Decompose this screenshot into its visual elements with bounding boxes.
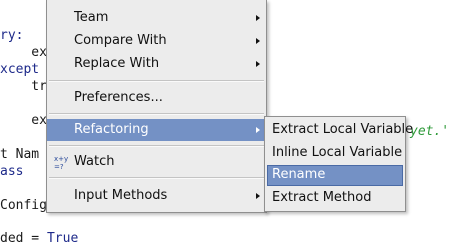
menu-separator [49, 177, 264, 179]
watch-expression-icon: x+y =? [54, 155, 68, 170]
code-text: ded = [0, 231, 47, 246]
code-line: ass [0, 164, 24, 179]
menu-item-refactoring[interactable]: Refactoring [47, 119, 266, 141]
code-line: xcept [0, 62, 40, 77]
svg-text:x+y: x+y [54, 155, 68, 163]
refactoring-submenu: Extract Local Variable Inline Local Vari… [264, 116, 413, 212]
submenu-arrow-icon [256, 193, 260, 199]
svg-text:=?: =? [54, 163, 64, 170]
code-line: ex [0, 45, 47, 60]
menu-item-label: Team [74, 10, 109, 25]
submenu-item-rename[interactable]: Rename [267, 165, 403, 186]
menu-item-input-methods[interactable]: Input Methods [47, 185, 266, 207]
submenu-arrow-icon [256, 61, 260, 67]
code-line: t Nam [0, 147, 40, 162]
code-line: ex [0, 113, 47, 128]
submenu-arrow-icon [256, 38, 260, 44]
menu-item-watch[interactable]: x+y =? Watch [47, 151, 266, 173]
menu-item-label: Replace With [74, 56, 160, 71]
submenu-arrow-icon [256, 127, 260, 133]
submenu-item-extract-method[interactable]: Extract Method [267, 188, 403, 209]
code-line: ry: [0, 28, 24, 43]
submenu-arrow-icon [256, 15, 260, 21]
submenu-item-label: Inline Local Variable [272, 145, 403, 160]
menu-item-team[interactable]: Team [47, 7, 266, 29]
menu-item-label: Preferences... [74, 90, 163, 105]
submenu-item-label: Extract Method [272, 190, 372, 205]
menu-item-label: Watch [74, 154, 115, 169]
context-menu: Team Compare With Replace With Preferenc… [46, 0, 267, 213]
code-line: ded = True [0, 231, 78, 246]
menu-item-label: Compare With [74, 33, 167, 48]
menu-separator [49, 145, 264, 147]
menu-separator [49, 80, 264, 82]
menu-item-label: Refactoring [74, 122, 149, 137]
code-line: Config [0, 198, 47, 213]
submenu-item-inline-local-variable[interactable]: Inline Local Variable [267, 143, 403, 164]
comment-fragment: yet.' [410, 124, 450, 139]
true-keyword: True [46, 231, 79, 246]
submenu-item-label: Rename [272, 167, 326, 182]
menu-item-preferences[interactable]: Preferences... [47, 87, 266, 109]
menu-item-compare-with[interactable]: Compare With [47, 30, 266, 52]
submenu-item-label: Extract Local Variable [272, 122, 414, 137]
menu-separator [49, 113, 264, 115]
code-line: tr [0, 79, 47, 94]
menu-item-label: Input Methods [74, 188, 168, 203]
menu-item-replace-with[interactable]: Replace With [47, 53, 266, 75]
submenu-item-extract-local-variable[interactable]: Extract Local Variable [267, 120, 413, 141]
